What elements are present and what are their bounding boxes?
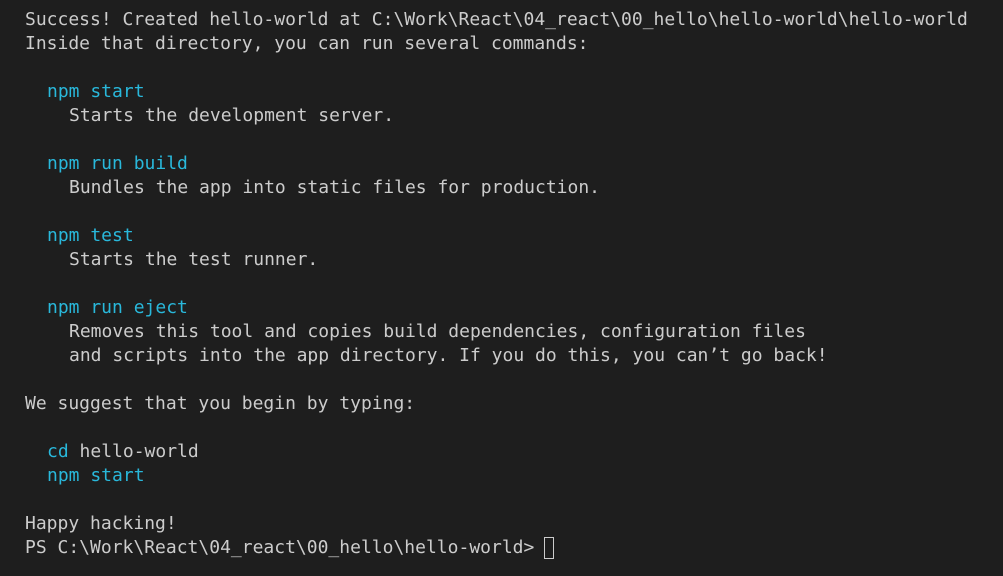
suggested-npm-start: npm start [47, 465, 145, 486]
command-description: Bundles the app into static files for pr… [69, 177, 601, 198]
command-npm-run-build: npm run build [47, 153, 188, 174]
command-description: Removes this tool and copies build depen… [69, 321, 806, 342]
text-cursor[interactable] [544, 537, 555, 559]
suggested-cd-line: cd hello-world [25, 440, 1003, 464]
suggested-cd-command: cd [47, 441, 69, 462]
suggested-cd-argument: hello-world [68, 441, 199, 462]
happy-hacking-message: Happy hacking! [25, 513, 177, 534]
command-description: and scripts into the app directory. If y… [69, 345, 828, 366]
command-npm-test: npm test [47, 225, 134, 246]
terminal-output[interactable]: Success! Created hello-world at C:\Work\… [0, 0, 1003, 576]
prompt-line[interactable]: PS C:\Work\React\04_react\00_hello\hello… [25, 536, 1003, 560]
command-description: Starts the test runner. [69, 249, 319, 270]
suggestion-intro: We suggest that you begin by typing: [25, 393, 416, 414]
success-message: Success! Created hello-world at C:\Work\… [25, 9, 968, 30]
commands-intro: Inside that directory, you can run sever… [25, 33, 589, 54]
command-description: Starts the development server. [69, 105, 395, 126]
command-npm-start: npm start [47, 81, 145, 102]
shell-prompt: PS C:\Work\React\04_react\00_hello\hello… [25, 537, 535, 558]
command-npm-run-eject: npm run eject [47, 297, 188, 318]
